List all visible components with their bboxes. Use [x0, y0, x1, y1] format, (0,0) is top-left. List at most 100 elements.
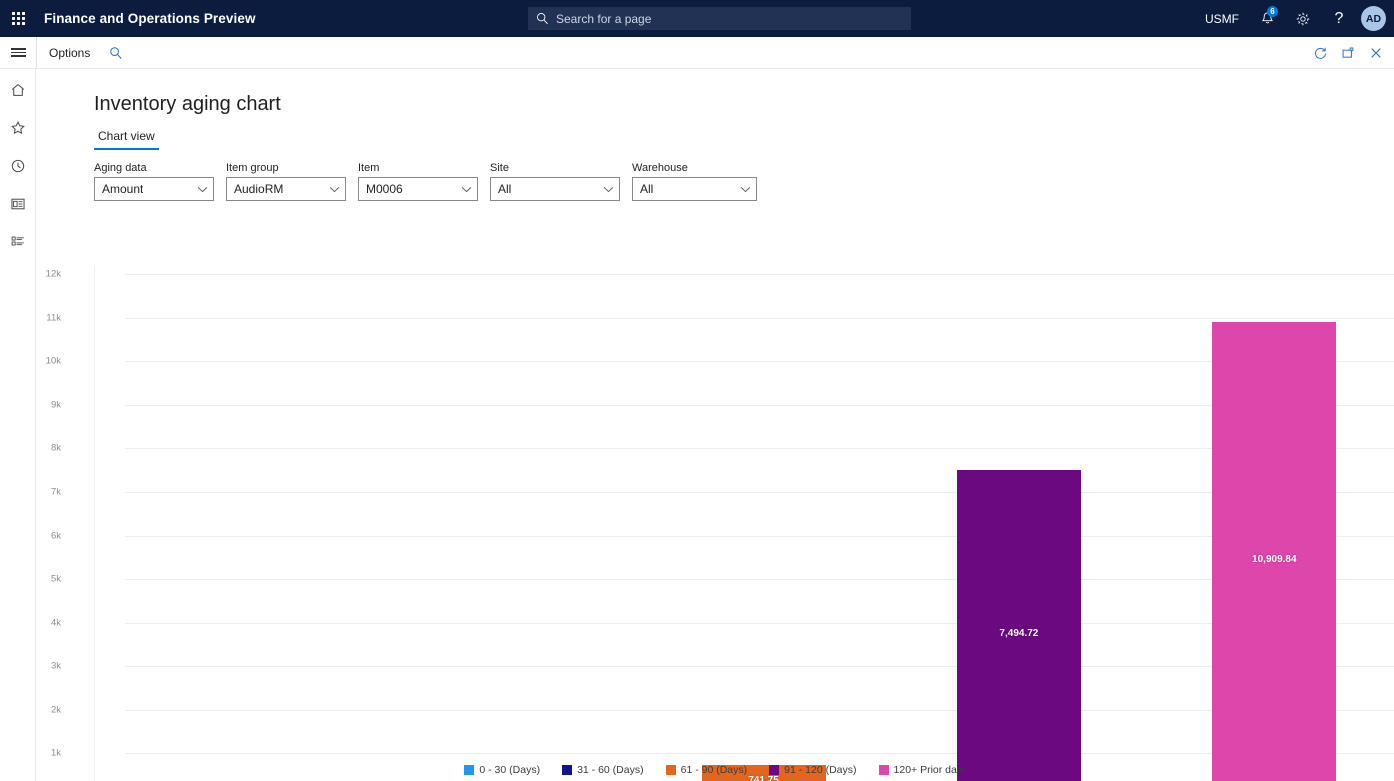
- y-axis-tick-label: 3k: [51, 661, 61, 672]
- hamburger-icon[interactable]: [0, 37, 36, 69]
- sidebar-item-modules[interactable]: [3, 229, 33, 259]
- find-icon[interactable]: [102, 37, 130, 69]
- gridline: [125, 361, 1394, 362]
- chart-legend: 0 - 30 (Days) 31 - 60 (Days) 61 - 90 (Days…: [36, 764, 1394, 776]
- chevron-down-icon[interactable]: [329, 180, 340, 198]
- y-axis-tick-label: 9k: [51, 399, 61, 410]
- app-title: Finance and Operations Preview: [44, 11, 256, 26]
- y-axis-tick-label: 4k: [51, 617, 61, 628]
- options-button[interactable]: Options: [37, 37, 102, 69]
- search-input[interactable]: [556, 12, 903, 26]
- filter-label: Aging data: [94, 162, 214, 174]
- home-icon: [10, 82, 26, 103]
- filter-combobox[interactable]: All: [490, 177, 620, 201]
- filter-row: Aging dataAmountItem groupAudioRMItemM00…: [94, 162, 1394, 201]
- legend-swatch: [666, 765, 676, 775]
- legend-label: 120+ Prior date: [894, 764, 966, 776]
- y-axis-tick-label: 12k: [46, 269, 61, 280]
- gridline: [125, 710, 1394, 711]
- chart-bar-value-label: 741.75: [748, 775, 779, 781]
- sidebar-item-recent[interactable]: [3, 153, 33, 183]
- filter-combobox[interactable]: All: [632, 177, 757, 201]
- gridline: [125, 623, 1394, 624]
- top-bar-actions: USMF 6 ? AD: [1195, 0, 1386, 37]
- filter-combobox[interactable]: AudioRM: [226, 177, 346, 201]
- filter-value: AudioRM: [234, 182, 283, 196]
- legend-item[interactable]: 31 - 60 (Days): [562, 764, 644, 776]
- refresh-icon[interactable]: [1306, 37, 1334, 69]
- y-axis-tick-label: 7k: [51, 486, 61, 497]
- chart-plot-area: 0 - 30 (Days) 31 - 60 (Days) 741.7561 - 90…: [125, 274, 1394, 781]
- filter-site: SiteAll: [490, 162, 620, 201]
- y-axis-tick-label: 5k: [51, 574, 61, 585]
- gridline: [125, 448, 1394, 449]
- gear-icon[interactable]: [1285, 0, 1321, 37]
- page-title: Inventory aging chart: [94, 93, 1394, 116]
- gridline: [125, 274, 1394, 275]
- avatar[interactable]: AD: [1361, 6, 1386, 31]
- company-selector[interactable]: USMF: [1195, 0, 1249, 37]
- filter-value: All: [498, 182, 511, 196]
- filter-combobox[interactable]: M0006: [358, 177, 478, 201]
- legend-swatch: [562, 765, 572, 775]
- legend-swatch: [769, 765, 779, 775]
- gridline: [125, 666, 1394, 667]
- gridline: [125, 492, 1394, 493]
- chart-y-axis: 0k1k2k3k4k5k6k7k8k9k10k11k12k: [36, 265, 66, 781]
- main-layout: Inventory aging chart Chart view Aging d…: [0, 69, 1394, 781]
- window-controls: [1306, 37, 1390, 69]
- filter-value: Amount: [102, 182, 143, 196]
- tab-chart-view[interactable]: Chart view: [94, 129, 159, 150]
- gridline: [125, 753, 1394, 754]
- left-navigation-rail: [0, 69, 36, 781]
- legend-item[interactable]: 91 - 120 (Days): [769, 764, 856, 776]
- help-icon[interactable]: ?: [1321, 0, 1357, 37]
- bell-icon[interactable]: 6: [1249, 0, 1285, 37]
- chevron-down-icon[interactable]: [197, 180, 208, 198]
- y-axis-tick-label: 1k: [51, 748, 61, 759]
- sidebar-item-favorites[interactable]: [3, 115, 33, 145]
- y-axis-tick-label: 2k: [51, 704, 61, 715]
- sidebar-item-home[interactable]: [3, 77, 33, 107]
- filter-label: Warehouse: [632, 162, 757, 174]
- chart-bar-value-label: 7,494.72: [999, 628, 1038, 639]
- sidebar-item-workspaces[interactable]: [3, 191, 33, 221]
- page-content: Inventory aging chart Chart view Aging d…: [36, 69, 1394, 781]
- gridline: [125, 318, 1394, 319]
- legend-label: 61 - 90 (Days): [681, 764, 748, 776]
- legend-item[interactable]: 0 - 30 (Days): [464, 764, 540, 776]
- chevron-down-icon[interactable]: [603, 180, 614, 198]
- gridline: [125, 579, 1394, 580]
- gridline: [125, 405, 1394, 406]
- chevron-down-icon[interactable]: [461, 180, 472, 198]
- star-icon: [10, 120, 26, 141]
- action-bar: Options: [0, 37, 1394, 69]
- y-axis-tick-label: 11k: [46, 312, 61, 323]
- chart-bar[interactable]: 10,909.84: [1212, 322, 1336, 781]
- filter-item: ItemM0006: [358, 162, 478, 201]
- filter-combobox[interactable]: Amount: [94, 177, 214, 201]
- y-axis-tick-label: 10k: [46, 356, 61, 367]
- app-launcher-icon[interactable]: [0, 0, 36, 37]
- legend-item[interactable]: 120+ Prior date: [879, 764, 966, 776]
- chart-bar[interactable]: 7,494.72: [957, 470, 1081, 781]
- legend-label: 31 - 60 (Days): [577, 764, 644, 776]
- inventory-aging-chart: 0 - 30 (Days) 31 - 60 (Days) 741.7561 - 90…: [94, 265, 1394, 781]
- legend-item[interactable]: 61 - 90 (Days): [666, 764, 748, 776]
- legend-swatch: [879, 765, 889, 775]
- global-search[interactable]: [528, 7, 911, 30]
- workspace-icon: [10, 196, 26, 217]
- filter-aging-data: Aging data Amount: [94, 162, 214, 201]
- open-in-new-window-icon[interactable]: [1334, 37, 1362, 69]
- close-icon[interactable]: [1362, 37, 1390, 69]
- chart-bar-value-label: 10,909.84: [1252, 554, 1297, 565]
- gridline: [125, 536, 1394, 537]
- filter-warehouse: Warehouse All: [632, 162, 757, 201]
- chevron-down-icon[interactable]: [740, 180, 751, 198]
- legend-label: 91 - 120 (Days): [784, 764, 856, 776]
- search-icon: [536, 12, 549, 25]
- clock-icon: [10, 158, 26, 179]
- filter-value: M0006: [366, 182, 403, 196]
- legend-label: 0 - 30 (Days): [479, 764, 540, 776]
- tab-strip: Chart view: [94, 129, 1394, 150]
